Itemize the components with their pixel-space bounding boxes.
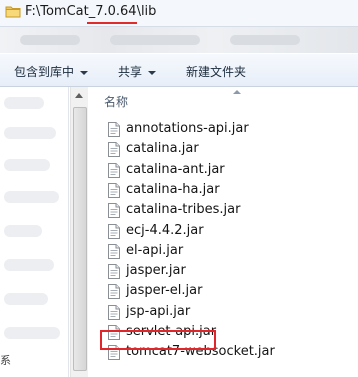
- list-item[interactable]: catalina-tribes.jar: [104, 201, 354, 221]
- highlight-annotation-box: [100, 330, 216, 350]
- scrollbar-thumb[interactable]: [73, 107, 87, 371]
- nav-trailing-text: 系: [0, 354, 11, 367]
- command-toolbar: 包含到库中 共享 新建文件夹: [0, 54, 358, 87]
- folder-icon: [5, 6, 21, 18]
- sort-caret-icon: [233, 90, 241, 94]
- column-header-name[interactable]: 名称: [104, 93, 128, 110]
- jar-file-icon: [108, 182, 120, 198]
- nav-scrollbar[interactable]: [70, 87, 88, 377]
- file-name: catalina-tribes.jar: [126, 202, 241, 218]
- share-label: 共享: [118, 65, 143, 79]
- jar-file-icon: [108, 264, 120, 280]
- path-underline-annotation: [87, 22, 137, 24]
- list-item[interactable]: catalina-ant.jar: [104, 161, 354, 181]
- list-item[interactable]: el-api.jar: [104, 242, 354, 262]
- list-item[interactable]: ecj-4.4.2.jar: [104, 222, 354, 242]
- scroll-up-arrow-icon[interactable]: [75, 93, 83, 98]
- list-item[interactable]: jasper.jar: [104, 262, 354, 282]
- file-name: catalina.jar: [126, 141, 199, 157]
- list-item[interactable]: jsp-api.jar: [104, 303, 354, 323]
- file-name: el-api.jar: [126, 242, 184, 258]
- file-name: jasper.jar: [126, 263, 186, 279]
- jar-file-icon: [108, 203, 120, 219]
- new-folder-button[interactable]: 新建文件夹: [186, 63, 246, 80]
- jar-file-icon: [108, 304, 120, 320]
- chevron-down-icon: [148, 70, 157, 75]
- jar-file-icon: [108, 162, 120, 178]
- include-in-library-label: 包含到库中: [14, 65, 75, 79]
- list-item[interactable]: jasper-el.jar: [104, 282, 354, 302]
- file-name: jsp-api.jar: [126, 303, 191, 319]
- file-name: catalina-ant.jar: [126, 161, 225, 177]
- list-item[interactable]: catalina.jar: [104, 140, 354, 160]
- file-name: jasper-el.jar: [126, 283, 203, 299]
- address-path[interactable]: F:\TomCat_7.0.64\lib: [25, 4, 156, 19]
- address-bar[interactable]: F:\TomCat_7.0.64\lib: [0, 0, 358, 27]
- jar-file-icon: [108, 243, 120, 259]
- new-folder-label: 新建文件夹: [186, 65, 247, 79]
- include-in-library-button[interactable]: 包含到库中: [14, 63, 89, 80]
- file-name: catalina-ha.jar: [126, 181, 220, 197]
- chevron-down-icon: [80, 70, 89, 75]
- obscured-strip: [0, 27, 358, 53]
- file-name: annotations-api.jar: [126, 121, 249, 136]
- share-button[interactable]: 共享: [118, 63, 157, 80]
- jar-file-icon: [108, 223, 120, 239]
- jar-file-icon: [108, 122, 120, 137]
- file-name: ecj-4.4.2.jar: [126, 222, 204, 238]
- list-item[interactable]: annotations-api.jar: [104, 120, 354, 140]
- list-item[interactable]: catalina-ha.jar: [104, 181, 354, 201]
- navigation-pane[interactable]: 系: [0, 87, 69, 377]
- jar-file-icon: [108, 284, 120, 300]
- jar-file-icon: [108, 142, 120, 158]
